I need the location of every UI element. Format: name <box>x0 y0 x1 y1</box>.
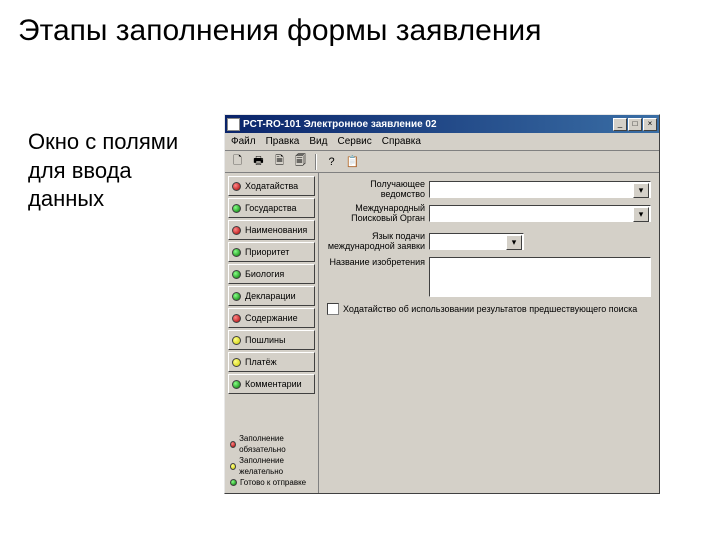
invention-title-input[interactable] <box>429 257 651 297</box>
prior-search-label: Ходатайство об использовании результатов… <box>343 304 637 314</box>
tab-label: Государства <box>245 203 297 213</box>
tab-label: Ходатайства <box>245 181 298 191</box>
tab-label: Наименования <box>245 225 307 235</box>
prior-search-checkbox[interactable] <box>327 303 339 315</box>
legend-label: Заполнение обязательно <box>239 433 315 455</box>
tab-label: Платёж <box>245 357 277 367</box>
form-panel: Получающее ведомство Международный Поиск… <box>319 173 659 493</box>
menu-file[interactable]: Файл <box>231 136 256 147</box>
status-dot-icon <box>232 270 241 279</box>
status-dot-icon <box>232 182 241 191</box>
menubar: Файл Правка Вид Сервис Справка <box>225 133 659 151</box>
titlebar: PCT-RO-101 Электронное заявление 02 _ □ … <box>225 115 659 133</box>
filing-language-label: Язык подачи международной заявки <box>327 231 429 251</box>
status-dot-icon <box>232 358 241 367</box>
status-dot-icon <box>232 248 241 257</box>
tab-declarations[interactable]: Декларации <box>228 286 315 306</box>
toolbar: 🗋 🖶 🗎 🗐 ? 📋 <box>225 151 659 173</box>
tab-petitions[interactable]: Ходатайства <box>228 176 315 196</box>
tab-contents[interactable]: Содержание <box>228 308 315 328</box>
tab-comments[interactable]: Комментарии <box>228 374 315 394</box>
maximize-button[interactable]: □ <box>628 118 642 131</box>
preview-icon[interactable]: 🗎 <box>271 153 288 170</box>
status-dot-icon <box>232 226 241 235</box>
menu-service[interactable]: Сервис <box>337 136 371 147</box>
tab-priority[interactable]: Приоритет <box>228 242 315 262</box>
menu-view[interactable]: Вид <box>309 136 327 147</box>
tab-names[interactable]: Наименования <box>228 220 315 240</box>
close-button[interactable]: × <box>643 118 657 131</box>
tab-payment[interactable]: Платёж <box>228 352 315 372</box>
tab-list: Ходатайства Государства Наименования При… <box>225 173 319 493</box>
copy-icon[interactable]: 🗐 <box>292 153 309 170</box>
status-legend: Заполнение обязательно Заполнение желате… <box>228 431 315 490</box>
new-icon[interactable]: 🗋 <box>229 153 246 170</box>
receiving-office-label: Получающее ведомство <box>327 179 429 199</box>
status-dot-icon <box>232 336 241 345</box>
slide-title: Этапы заполнения формы заявления <box>0 0 720 58</box>
help-icon[interactable]: ? <box>323 153 340 170</box>
legend-dot-icon <box>230 479 237 486</box>
intl-search-authority-select[interactable] <box>429 205 651 222</box>
tab-label: Декларации <box>245 291 296 301</box>
print-icon[interactable]: 🖶 <box>250 153 267 170</box>
tab-fees[interactable]: Пошлины <box>228 330 315 350</box>
legend-label: Готово к отправке <box>240 477 306 488</box>
tab-label: Приоритет <box>245 247 289 257</box>
status-dot-icon <box>232 292 241 301</box>
receiving-office-select[interactable] <box>429 181 651 198</box>
app-window: PCT-RO-101 Электронное заявление 02 _ □ … <box>224 114 660 494</box>
info-icon[interactable]: 📋 <box>344 153 361 170</box>
menu-edit[interactable]: Правка <box>266 136 300 147</box>
invention-title-label: Название изобретения <box>327 257 429 267</box>
menu-help[interactable]: Справка <box>382 136 421 147</box>
tab-biology[interactable]: Биология <box>228 264 315 284</box>
status-dot-icon <box>232 314 241 323</box>
tab-label: Пошлины <box>245 335 285 345</box>
app-icon <box>227 118 240 131</box>
minimize-button[interactable]: _ <box>613 118 627 131</box>
tab-label: Содержание <box>245 313 298 323</box>
tab-label: Комментарии <box>245 379 302 389</box>
slide-caption: Окно с полями для ввода данных <box>28 128 198 214</box>
status-dot-icon <box>232 380 241 389</box>
tab-states[interactable]: Государства <box>228 198 315 218</box>
status-dot-icon <box>232 204 241 213</box>
legend-label: Заполнение желательно <box>239 455 315 477</box>
toolbar-separator <box>315 154 317 170</box>
tab-label: Биология <box>245 269 284 279</box>
intl-search-authority-label: Международный Поисковый Орган <box>327 203 429 223</box>
window-title: PCT-RO-101 Электронное заявление 02 <box>243 119 613 130</box>
legend-dot-icon <box>230 463 236 470</box>
filing-language-select[interactable] <box>429 233 524 250</box>
legend-dot-icon <box>230 441 236 448</box>
